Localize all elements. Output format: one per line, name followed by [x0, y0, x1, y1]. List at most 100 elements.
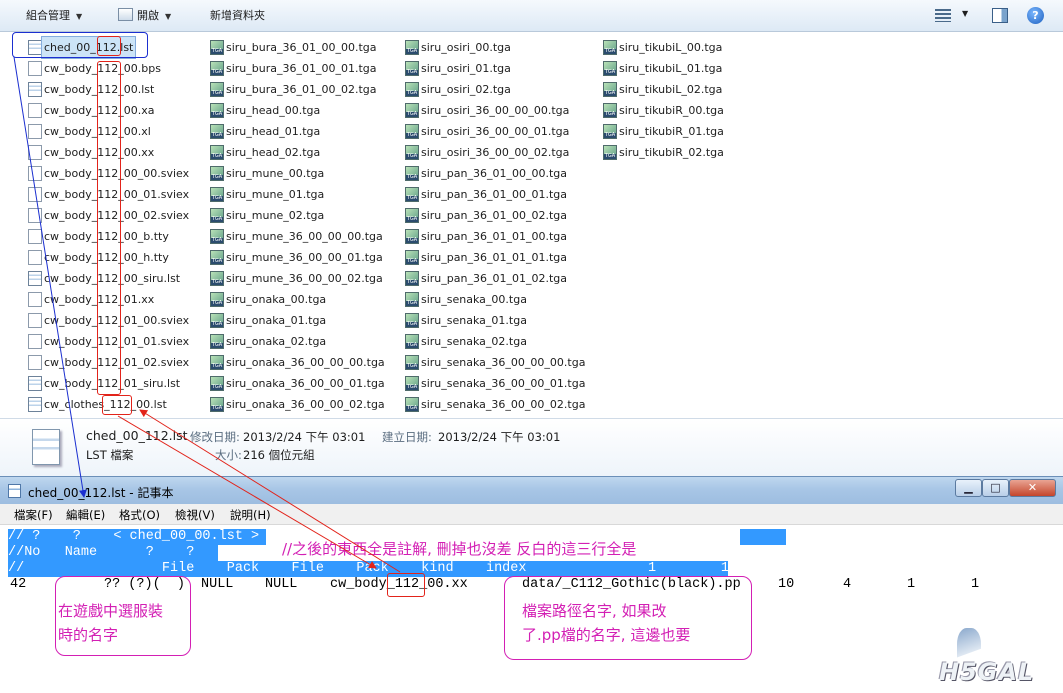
id-red-box — [97, 36, 121, 56]
new-folder-label: 新增資料夾 — [210, 9, 265, 22]
file-name: siru_pan_36_01_00_02.tga — [421, 209, 567, 222]
file-name: siru_osiri_02.tga — [421, 83, 511, 96]
file-icon — [28, 334, 42, 349]
menu-file[interactable]: 檔案(F) — [14, 507, 53, 523]
tga-file-icon — [405, 82, 419, 97]
file-name: siru_onaka_36_00_00_01.tga — [226, 377, 385, 390]
file-name: siru_onaka_01.tga — [226, 314, 327, 327]
file-name: siru_mune_36_00_00_02.tga — [226, 272, 383, 285]
file-icon — [28, 61, 42, 76]
tga-file-icon — [405, 292, 419, 307]
file-name: siru_bura_36_01_00_00.tga — [226, 41, 377, 54]
file-icon — [28, 145, 42, 160]
tga-file-icon — [405, 145, 419, 160]
organize-label: 組合管理 — [26, 9, 70, 22]
menu-edit[interactable]: 編輯(E) — [66, 507, 105, 523]
lst-file-icon — [32, 429, 60, 465]
file-icon — [28, 376, 42, 391]
file-name: siru_senaka_36_00_00_02.tga — [421, 398, 586, 411]
organize-button[interactable]: 組合管理 ▼ — [26, 7, 82, 25]
tga-file-icon — [405, 334, 419, 349]
file-name: siru_mune_01.tga — [226, 188, 325, 201]
file-name: siru_mune_36_00_00_01.tga — [226, 251, 383, 264]
modified-value: 2013/2/24 下午 03:01 — [243, 430, 366, 444]
file-name: siru_head_00.tga — [226, 104, 321, 117]
open-button[interactable]: 開啟 ▼ — [118, 7, 171, 25]
preview-pane-icon[interactable] — [992, 8, 1008, 23]
tga-file-icon — [405, 313, 419, 328]
file-name: siru_senaka_02.tga — [421, 335, 527, 348]
details-filename: ched_00_112.lst — [86, 428, 188, 443]
tga-file-icon — [210, 208, 224, 223]
tga-file-icon — [210, 82, 224, 97]
file-name: siru_mune_02.tga — [226, 209, 325, 222]
menu-help[interactable]: 說明(H) — [230, 507, 271, 523]
open-label: 開啟 — [137, 9, 159, 22]
file-name: siru_tikubiL_00.tga — [619, 41, 723, 54]
file-icon — [28, 397, 42, 412]
comment-line: // ? ? < ched_00_00.lst > — [8, 529, 260, 544]
tga-file-icon — [210, 103, 224, 118]
file-name: siru_tikubiL_02.tga — [619, 83, 723, 96]
file-list: ched_00_112.lst cw_body_112_00.bps cw_body… — [0, 33, 1063, 418]
size-label: 大小: — [215, 448, 242, 462]
close-button[interactable]: ✕ — [1009, 479, 1056, 497]
file-name: siru_mune_00.tga — [226, 167, 325, 180]
file-icon — [28, 103, 42, 118]
file-name: siru_pan_36_01_00_01.tga — [421, 188, 567, 201]
maximize-button[interactable]: □ — [982, 479, 1009, 497]
chevron-down-icon[interactable]: ▼ — [962, 9, 968, 18]
site-watermark: H5GAL — [935, 628, 1055, 688]
name-annotation-line: 在遊戲中選服裝 — [58, 602, 164, 620]
file-name: siru_onaka_36_00_00_00.tga — [226, 356, 385, 369]
entry-value: 1 — [971, 577, 980, 592]
created-value: 2013/2/24 下午 03:01 — [438, 430, 561, 444]
file-name: siru_osiri_36_00_00_02.tga — [421, 146, 570, 159]
tga-file-icon — [405, 229, 419, 244]
id-column-red-box — [97, 61, 121, 395]
tga-file-icon — [405, 61, 419, 76]
comment-line: //No Name ? ? — [8, 545, 195, 560]
entry-value: 1 — [907, 577, 916, 592]
tga-file-icon — [603, 40, 617, 55]
file-icon — [28, 187, 42, 202]
file-icon — [28, 250, 42, 265]
tga-file-icon — [603, 124, 617, 139]
details-pane: ched_00_112.lst LST 檔案 修改日期: 2013/2/24 下… — [0, 418, 1063, 476]
new-folder-button[interactable]: 新增資料夾 — [210, 7, 265, 25]
file-icon — [28, 355, 42, 370]
menu-bar: 檔案(F) 編輯(E) 格式(O) 檢視(V) 說明(H) — [0, 504, 1063, 525]
help-icon[interactable]: ? — [1027, 7, 1044, 24]
file-name: siru_senaka_36_00_00_00.tga — [421, 356, 586, 369]
tga-file-icon — [603, 82, 617, 97]
file-name: siru_tikubiR_01.tga — [619, 125, 724, 138]
minimize-button[interactable]: ▁ — [955, 479, 982, 497]
menu-view[interactable]: 檢視(V) — [175, 507, 215, 523]
tga-file-icon — [405, 208, 419, 223]
chevron-down-icon: ▼ — [76, 12, 83, 21]
notepad-id-red-box — [387, 573, 425, 597]
file-name: siru_tikubiL_01.tga — [619, 62, 723, 75]
chevron-down-icon: ▼ — [165, 12, 172, 21]
clothes-id-red-box — [102, 395, 132, 415]
tga-file-icon — [405, 250, 419, 265]
file-name: siru_head_01.tga — [226, 125, 321, 138]
file-name: siru_bura_36_01_00_01.tga — [226, 62, 377, 75]
modified-label: 修改日期: — [190, 430, 240, 444]
size-value: 216 個位元組 — [243, 448, 315, 462]
entry-number: 42 — [10, 577, 27, 592]
tga-file-icon — [405, 166, 419, 181]
file-prefix: cw_body_ — [330, 577, 395, 592]
view-options-icon[interactable] — [935, 9, 951, 22]
path-annotation-line: 檔案路徑名字, 如果改 — [522, 602, 667, 620]
entry-value: 10 — [778, 577, 795, 592]
tga-file-icon — [210, 187, 224, 202]
file-name: siru_osiri_36_00_00_00.tga — [421, 104, 570, 117]
menu-format[interactable]: 格式(O) — [119, 507, 160, 523]
entry-col-null: NULL — [201, 577, 234, 592]
file-name: siru_osiri_01.tga — [421, 62, 511, 75]
notepad-icon — [118, 8, 133, 21]
file-name: siru_tikubiR_02.tga — [619, 146, 724, 159]
notepad-titlebar[interactable]: ched_00_112.lst - 記事本 ▁ □ ✕ — [0, 476, 1063, 504]
tga-file-icon — [210, 124, 224, 139]
